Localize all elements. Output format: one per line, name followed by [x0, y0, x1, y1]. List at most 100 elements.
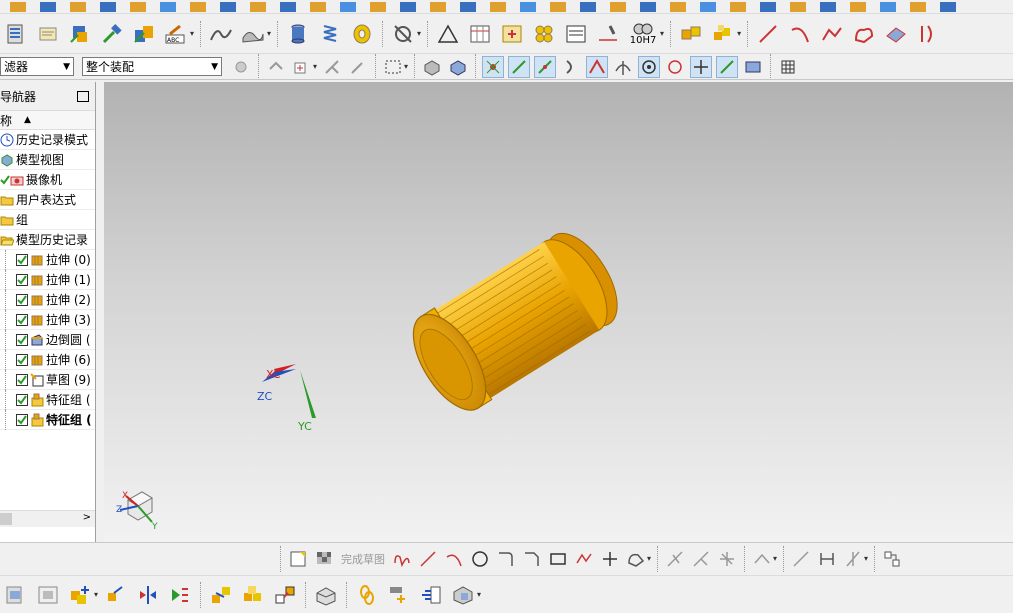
snap-endpoint-icon[interactable] — [482, 55, 505, 78]
add-component-icon[interactable] — [66, 20, 94, 48]
snap-control-point-icon[interactable] — [586, 55, 609, 78]
snap-line-icon[interactable] — [508, 55, 531, 78]
select-dropdown[interactable]: ▾ — [404, 62, 408, 71]
constraint-dropdown[interactable]: ▾ — [864, 554, 868, 563]
make-corner-icon[interactable] — [716, 548, 738, 570]
pack-dropdown[interactable]: ▾ — [477, 590, 481, 599]
navigator-tree-item[interactable]: 特征组 ( — [0, 390, 95, 410]
toolbar-partial-icon[interactable] — [730, 1, 746, 12]
cylinder-model[interactable] — [399, 220, 633, 422]
assembly-group-icon[interactable] — [709, 20, 737, 48]
toolbar-partial-icon[interactable] — [100, 1, 116, 12]
toolbar-partial-icon[interactable] — [430, 1, 446, 12]
wand-icon[interactable] — [347, 56, 369, 78]
snap-intersection-icon[interactable] — [612, 56, 634, 78]
sketch-point-icon[interactable] — [599, 548, 621, 570]
visibility-checkbox[interactable] — [16, 313, 28, 326]
quick-trim-icon[interactable] — [664, 548, 686, 570]
triangle-icon[interactable] — [434, 20, 462, 48]
navigator-tree-item[interactable]: 边倒圆 ( — [0, 330, 95, 350]
tolerance-icon[interactable]: 10H7 — [626, 20, 660, 48]
washer-icon[interactable] — [348, 20, 376, 48]
toolbar-partial-icon[interactable] — [490, 1, 506, 12]
toolbar-partial-icon[interactable] — [940, 1, 956, 12]
navigator-tree-item[interactable]: 摄像机 — [0, 170, 95, 190]
polyline-icon[interactable] — [818, 20, 846, 48]
gear-filter-icon[interactable] — [230, 56, 252, 78]
pattern-icon[interactable] — [530, 20, 558, 48]
navigator-tree-item[interactable]: 特征组 ( — [0, 410, 95, 430]
snap-point-icon[interactable] — [291, 56, 313, 78]
toolbar-partial-icon[interactable] — [190, 1, 206, 12]
visibility-checkbox[interactable] — [16, 333, 28, 346]
sketch-offset-curve-icon[interactable] — [625, 548, 647, 570]
toolbar-partial-icon[interactable] — [250, 1, 266, 12]
finish-sketch-button[interactable]: 完成草图 — [341, 551, 385, 567]
scrollbar-thumb[interactable] — [0, 513, 12, 525]
snap-quadrant-icon[interactable] — [664, 56, 686, 78]
sketch-icon[interactable] — [287, 548, 309, 570]
visibility-checkbox[interactable] — [16, 253, 28, 266]
mirror-dropdown[interactable]: ▾ — [773, 554, 777, 563]
sketch-offset-icon[interactable] — [914, 20, 942, 48]
reset-filter-icon[interactable] — [265, 56, 287, 78]
sketch-settings-icon[interactable] — [881, 548, 903, 570]
assembly-navigator-icon[interactable] — [2, 20, 30, 48]
snap-curve-icon[interactable] — [560, 56, 582, 78]
visibility-checkbox[interactable] — [16, 393, 28, 406]
profile-sketch-icon[interactable] — [391, 548, 413, 570]
hammer-icon[interactable] — [98, 20, 126, 48]
snap-existing-point-icon[interactable] — [690, 55, 713, 78]
assembly-scope-select[interactable]: 整个装配 ▼ — [82, 57, 222, 76]
snap-dropdown[interactable]: ▾ — [313, 62, 317, 71]
toolbar-partial-icon[interactable] — [220, 1, 236, 12]
toolbar-partial-icon[interactable] — [880, 1, 896, 12]
curve-tool-icon[interactable] — [207, 20, 235, 48]
add-component-plus-icon[interactable] — [66, 581, 94, 609]
graphics-viewport[interactable]: XC ZC YC X Z Y — [104, 82, 1013, 542]
cylinder-icon[interactable] — [284, 20, 312, 48]
toolbar-partial-icon[interactable] — [310, 1, 326, 12]
sheet-surface-icon[interactable] — [882, 20, 910, 48]
tolerance-dropdown[interactable]: ▾ — [660, 29, 664, 38]
toolbar-partial-icon[interactable] — [70, 1, 86, 12]
sketch-circle-icon[interactable] — [469, 548, 491, 570]
navigator-tree-item[interactable]: 拉伸 (1) — [0, 270, 95, 290]
grid-icon[interactable] — [777, 56, 799, 78]
toolbar-partial-icon[interactable] — [520, 1, 536, 12]
toolbar-partial-icon[interactable] — [460, 1, 476, 12]
navigator-tree-item[interactable]: 拉伸 (3) — [0, 310, 95, 330]
navigator-tree-item[interactable]: 组 — [0, 210, 95, 230]
snap-on-curve-icon[interactable] — [716, 55, 739, 78]
sketch-arc-icon[interactable] — [443, 548, 465, 570]
navigator-tree-item[interactable]: 拉伸 (6) — [0, 350, 95, 370]
navigator-tree-item[interactable]: 模型视图 — [0, 150, 95, 170]
mirror-curve-icon[interactable] — [751, 548, 773, 570]
toolbar-partial-icon[interactable] — [760, 1, 776, 12]
snap-center-icon[interactable] — [638, 55, 661, 78]
select-rect-icon[interactable] — [382, 56, 404, 78]
navigator-tree-item[interactable]: 拉伸 (2) — [0, 290, 95, 310]
toolbar-partial-icon[interactable] — [40, 1, 56, 12]
arc-icon[interactable] — [786, 20, 814, 48]
toolbar-partial-icon[interactable] — [790, 1, 806, 12]
surface-tool-icon[interactable] — [239, 20, 267, 48]
reference-set-icon[interactable] — [417, 581, 445, 609]
toolbar-partial-icon[interactable] — [130, 1, 146, 12]
sketch-line-icon[interactable] — [417, 548, 439, 570]
note-icon[interactable] — [34, 20, 62, 48]
pack-component-icon[interactable] — [449, 581, 477, 609]
surface-dropdown[interactable]: ▾ — [267, 29, 271, 38]
toolbar-partial-icon[interactable] — [370, 1, 386, 12]
navigator-tree-item[interactable]: 用户表达式 — [0, 190, 95, 210]
toolbar-partial-icon[interactable] — [910, 1, 926, 12]
text-tool-dropdown[interactable]: ▾ — [190, 29, 194, 38]
assembly-dropdown[interactable]: ▾ — [737, 29, 741, 38]
sketch-polyline-icon[interactable] — [573, 548, 595, 570]
mate-component-icon[interactable] — [130, 20, 158, 48]
mirror-assembly-icon[interactable] — [134, 581, 162, 609]
horizontal-scrollbar[interactable]: > — [0, 510, 95, 527]
table-icon[interactable] — [466, 20, 494, 48]
toolbar-partial-icon[interactable] — [850, 1, 866, 12]
finish-sketch-flag-icon[interactable] — [313, 548, 335, 570]
